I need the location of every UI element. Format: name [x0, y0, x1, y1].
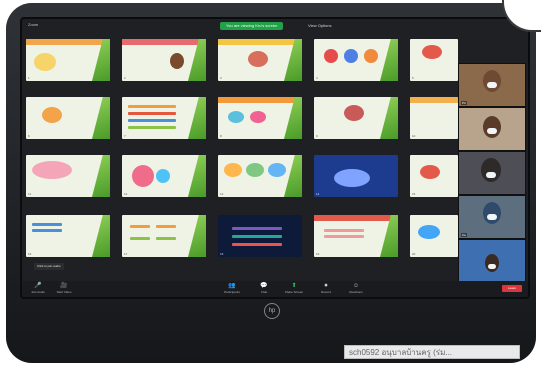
slide-number: 11 — [28, 192, 32, 196]
participant-name: PC — [461, 101, 468, 105]
slide-thumbnail[interactable]: 18 — [218, 215, 302, 257]
slide-number: 4 — [316, 76, 318, 80]
slide-number: 5 — [412, 76, 414, 80]
slide-number: 13 — [220, 192, 224, 196]
chat-button[interactable]: 💬 Chat — [252, 283, 276, 295]
meeting-toolbar: 🎤 Join Audio 🎥 Start Video 👥 Participant… — [22, 281, 528, 297]
chat-icon: 💬 — [260, 283, 268, 289]
slide-thumbnail[interactable]: 13 — [218, 155, 302, 197]
slide-thumbnail[interactable]: 19 — [314, 215, 398, 257]
slide-number: 14 — [316, 192, 320, 196]
participant-video[interactable] — [458, 107, 526, 151]
participant-video-strip: PC Ka — [458, 63, 526, 285]
slide-thumbnail[interactable]: 8 — [218, 97, 302, 139]
slide-number: 20 — [412, 252, 416, 256]
slide-number: 18 — [220, 252, 224, 256]
photo-of-laptop: Zoom You are viewing Kru's screen View O… — [6, 3, 536, 363]
microphone-icon: 🎤 — [34, 283, 42, 289]
slide-thumbnail[interactable]: 12 — [122, 155, 206, 197]
participant-video[interactable]: PC — [458, 63, 526, 107]
name-sticker: sch0592 อนุบาลบ้านครู (ร่ม... — [344, 345, 520, 359]
screen-share-banner[interactable]: You are viewing Kru's screen — [220, 22, 284, 30]
slide-thumbnail[interactable]: 1 — [26, 39, 110, 81]
leave-button[interactable]: Leave — [502, 285, 522, 292]
slide-thumbnail[interactable]: 6 — [26, 97, 110, 139]
window-title: Zoom — [28, 22, 39, 27]
slide-thumbnail[interactable]: 20 — [410, 215, 458, 257]
join-audio-button[interactable]: 🎤 Join Audio — [26, 283, 50, 295]
slide-number: 1 — [28, 76, 30, 80]
slide-thumbnail[interactable]: 3 — [218, 39, 302, 81]
slide-number: 17 — [124, 252, 128, 256]
slide-thumbnail[interactable]: 17 — [122, 215, 206, 257]
slide-number: 8 — [220, 134, 222, 138]
slide-number: 16 — [28, 252, 32, 256]
people-icon: 👥 — [228, 283, 236, 289]
slide-thumbnail[interactable]: 16 — [26, 215, 110, 257]
slide-thumbnail[interactable]: 10 — [410, 97, 458, 139]
join-audio-tooltip: Click to join audio — [34, 263, 64, 270]
smiley-icon: ☺ — [352, 283, 360, 289]
participant-name: Ka — [461, 233, 467, 237]
record-button[interactable]: ⏺ Record — [314, 283, 338, 295]
slide-thumbnail[interactable]: 11 — [26, 155, 110, 197]
zoom-topbar: Zoom You are viewing Kru's screen View O… — [22, 19, 528, 35]
slide-number: 10 — [412, 134, 416, 138]
participant-video[interactable] — [458, 151, 526, 195]
slide-number: 3 — [220, 76, 222, 80]
slide-thumbnail[interactable]: 5 — [410, 39, 458, 81]
share-icon: ⬆ — [291, 283, 297, 289]
participants-button[interactable]: 👥 Participants — [220, 283, 244, 295]
slide-number: 9 — [316, 134, 318, 138]
slide-number: 12 — [124, 192, 128, 196]
slide-number: 6 — [28, 134, 30, 138]
slide-number: 2 — [124, 76, 126, 80]
slide-number: 7 — [124, 134, 126, 138]
slide-thumbnail[interactable]: 9 — [314, 97, 398, 139]
participant-video[interactable]: Ka — [458, 195, 526, 239]
slide-thumbnail[interactable]: 15 — [410, 155, 458, 197]
slide-number: 15 — [412, 192, 416, 196]
slide-number: 19 — [316, 252, 320, 256]
slide-thumbnail[interactable]: 14 — [314, 155, 398, 197]
record-icon: ⏺ — [324, 283, 328, 289]
slide-thumbnail[interactable]: 7 — [122, 97, 206, 139]
view-options-button[interactable]: View Options — [308, 23, 332, 28]
zoom-window: Zoom You are viewing Kru's screen View O… — [20, 17, 530, 299]
slide-thumbnail[interactable]: 2 — [122, 39, 206, 81]
share-screen-button[interactable]: ⬆ Share Screen — [282, 283, 306, 295]
slide-sorter-grid: 1 2 3 4 5 6 7 8 9 10 11 12 13 14 15 16 1… — [26, 39, 458, 277]
slide-thumbnail[interactable]: 4 — [314, 39, 398, 81]
video-camera-icon: 🎥 — [60, 283, 68, 289]
start-video-button[interactable]: 🎥 Start Video — [52, 283, 76, 295]
reactions-button[interactable]: ☺ Reactions — [344, 283, 368, 295]
hp-logo: hp — [264, 303, 280, 319]
participant-video[interactable] — [458, 239, 526, 283]
